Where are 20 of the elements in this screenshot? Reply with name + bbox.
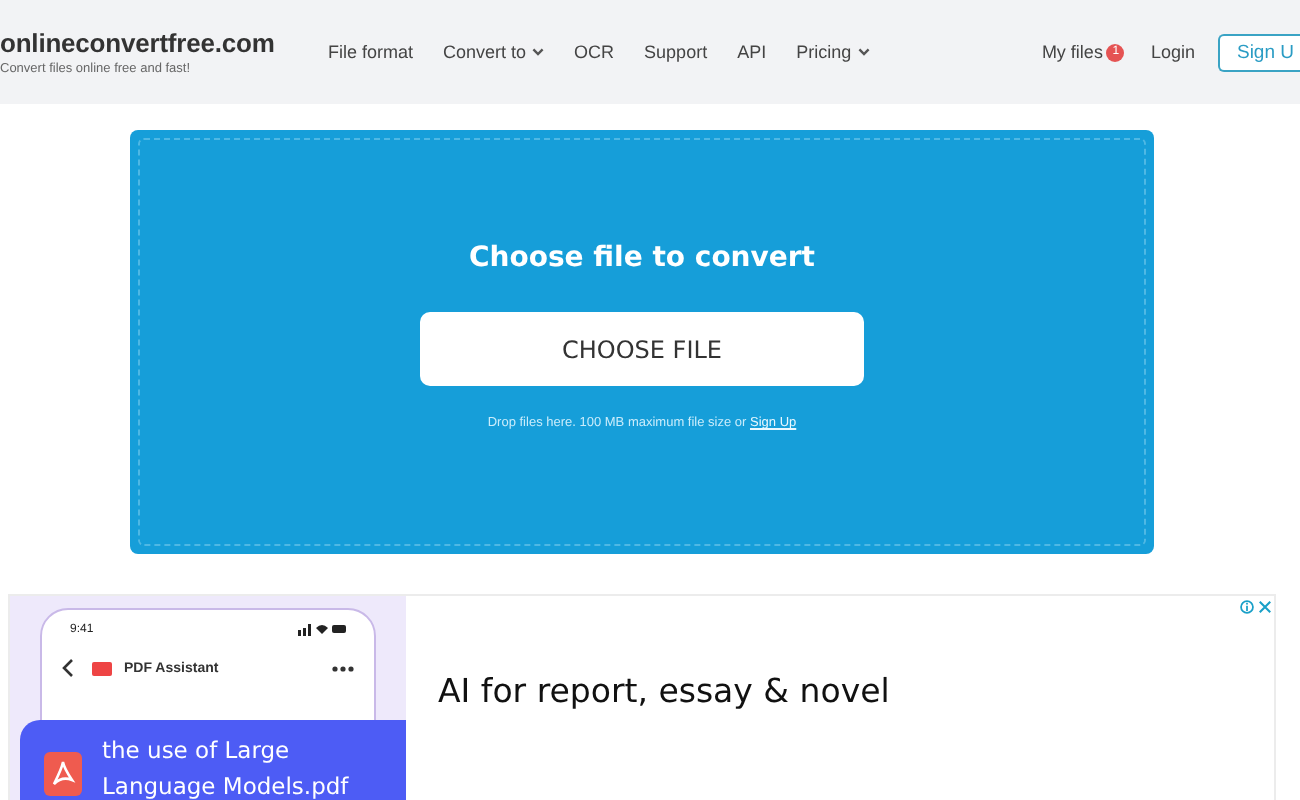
pdf-file-icon — [44, 752, 82, 796]
my-files-link[interactable]: My files — [1041, 42, 1103, 62]
nav-link[interactable]: Pricing — [796, 42, 870, 62]
nav-link[interactable]: File format — [328, 42, 414, 62]
choose-file-button[interactable]: CHOOSE FILE — [420, 312, 864, 386]
ad-headline: AI for report, essay & novel — [438, 672, 890, 710]
more-icon — [332, 665, 354, 671]
login-link[interactable]: Login — [1150, 42, 1195, 62]
file-name: the use of Large Language Models.pdf — [102, 734, 351, 800]
site-logo[interactable]: onlineconvertfree.com — [0, 27, 328, 59]
nav-link[interactable]: Convert to — [443, 42, 545, 62]
nav-link[interactable]: Support — [644, 42, 708, 62]
back-icon — [62, 658, 74, 678]
nav-link[interactable]: OCR — [574, 42, 615, 62]
nav-link[interactable]: API — [737, 42, 767, 62]
info-icon[interactable] — [1240, 600, 1254, 614]
close-icon[interactable] — [1258, 600, 1272, 614]
status-icons — [298, 622, 346, 636]
ad-controls[interactable] — [1240, 600, 1272, 614]
upload-title: Choose file to convert — [468, 242, 815, 274]
